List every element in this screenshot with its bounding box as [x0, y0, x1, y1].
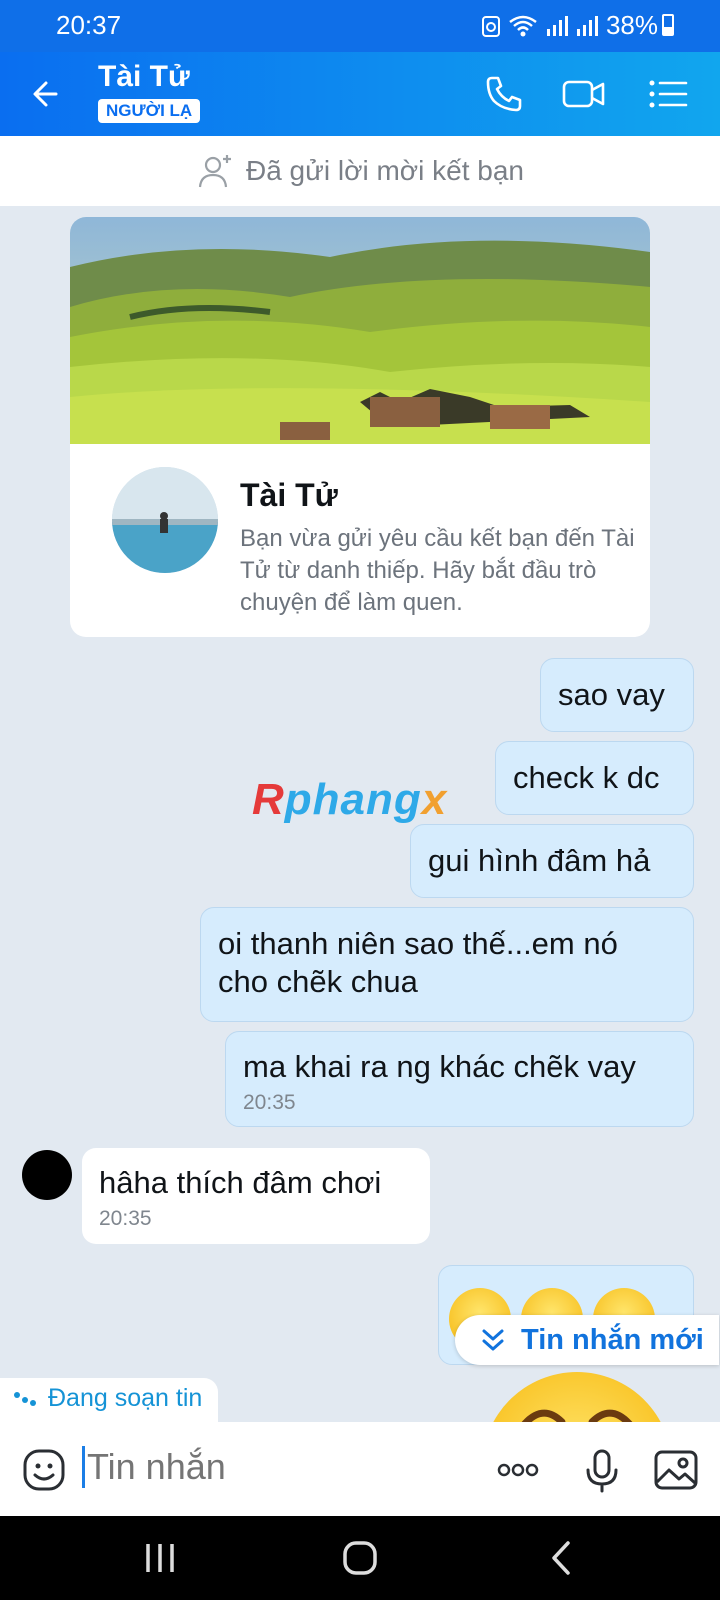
battery-percent: 38% — [605, 10, 658, 40]
message-input[interactable] — [82, 1446, 462, 1488]
typing-dots-icon — [14, 1392, 36, 1406]
new-messages-button[interactable]: Tin nhắn mới — [455, 1315, 719, 1365]
stranger-badge: NGƯỜI LẠ — [98, 99, 201, 123]
profile-avatar[interactable] — [112, 467, 218, 573]
message-text: sao vay — [558, 677, 665, 712]
sender-avatar[interactable] — [22, 1150, 72, 1200]
recycle-icon — [481, 15, 500, 37]
message-bubble-outgoing[interactable]: ma khai ra ng khác chẽk vay 20:35 — [225, 1031, 694, 1127]
wifi-icon — [509, 15, 537, 36]
double-chevron-down-icon — [482, 1329, 504, 1351]
message-text: check k dc — [513, 760, 660, 795]
status-bar: 20:37 38% — [0, 0, 720, 52]
more-options-icon[interactable] — [494, 1446, 542, 1494]
video-call-icon[interactable] — [560, 70, 608, 118]
back-icon[interactable] — [542, 1538, 582, 1578]
add-friend-icon — [198, 155, 231, 188]
menu-list-icon[interactable] — [644, 70, 692, 118]
typing-label: Đang soạn tin — [48, 1384, 203, 1412]
message-bubble-outgoing[interactable]: sao vay — [540, 658, 694, 732]
message-input-bar — [0, 1422, 720, 1516]
image-gallery-icon[interactable] — [652, 1446, 700, 1494]
message-time: 20:35 — [243, 1091, 296, 1114]
emoji-sticker-icon[interactable] — [20, 1446, 68, 1494]
message-time: 20:35 — [99, 1207, 152, 1230]
message-text: oi thanh niên sao thế...em nó cho chẽk c… — [218, 926, 618, 999]
new-messages-label: Tin nhắn mới — [521, 1323, 704, 1356]
message-bubble-outgoing[interactable]: gui hình đâm hả — [410, 824, 694, 898]
message-text: ma khai ra ng khác chẽk vay — [243, 1049, 636, 1084]
microphone-icon[interactable] — [578, 1446, 626, 1494]
phone-icon[interactable] — [480, 70, 528, 118]
home-icon[interactable] — [340, 1538, 380, 1578]
system-navigation-bar — [0, 1516, 720, 1600]
status-icons: 38% — [481, 10, 658, 41]
message-bubble-outgoing[interactable]: check k dc — [495, 741, 694, 815]
friend-request-text: Đã gửi lời mời kết bạn — [245, 155, 524, 186]
battery-icon — [662, 14, 674, 36]
watermark-logo: Rphangx — [252, 775, 448, 824]
message-bubble-outgoing[interactable]: oi thanh niên sao thế...em nó cho chẽk c… — [200, 907, 694, 1022]
cover-photo — [70, 217, 650, 444]
message-text: hâha thích đâm chơi — [99, 1165, 382, 1200]
message-bubble-incoming[interactable]: hâha thích đâm chơi 20:35 — [82, 1148, 430, 1244]
card-description: Bạn vừa gửi yêu cầu kết bạn đến Tài Tử t… — [240, 525, 635, 616]
profile-card[interactable]: Tài Tử Bạn vừa gửi yêu cầu kết bạn đến T… — [70, 217, 650, 637]
recent-apps-icon[interactable] — [140, 1538, 180, 1578]
status-time: 20:37 — [56, 10, 122, 40]
back-arrow-icon[interactable] — [26, 72, 70, 116]
signal-icon-2 — [576, 15, 598, 36]
typing-indicator: Đang soạn tin — [0, 1378, 219, 1422]
card-contact-name: Tài Tử — [240, 477, 338, 513]
signal-icon — [546, 15, 568, 36]
message-text: gui hình đâm hả — [428, 843, 651, 878]
chat-header: Tài Tử NGƯỜI LẠ — [0, 52, 720, 136]
friend-request-status: Đã gửi lời mời kết bạn — [0, 136, 720, 206]
contact-name[interactable]: Tài Tử — [98, 60, 190, 94]
